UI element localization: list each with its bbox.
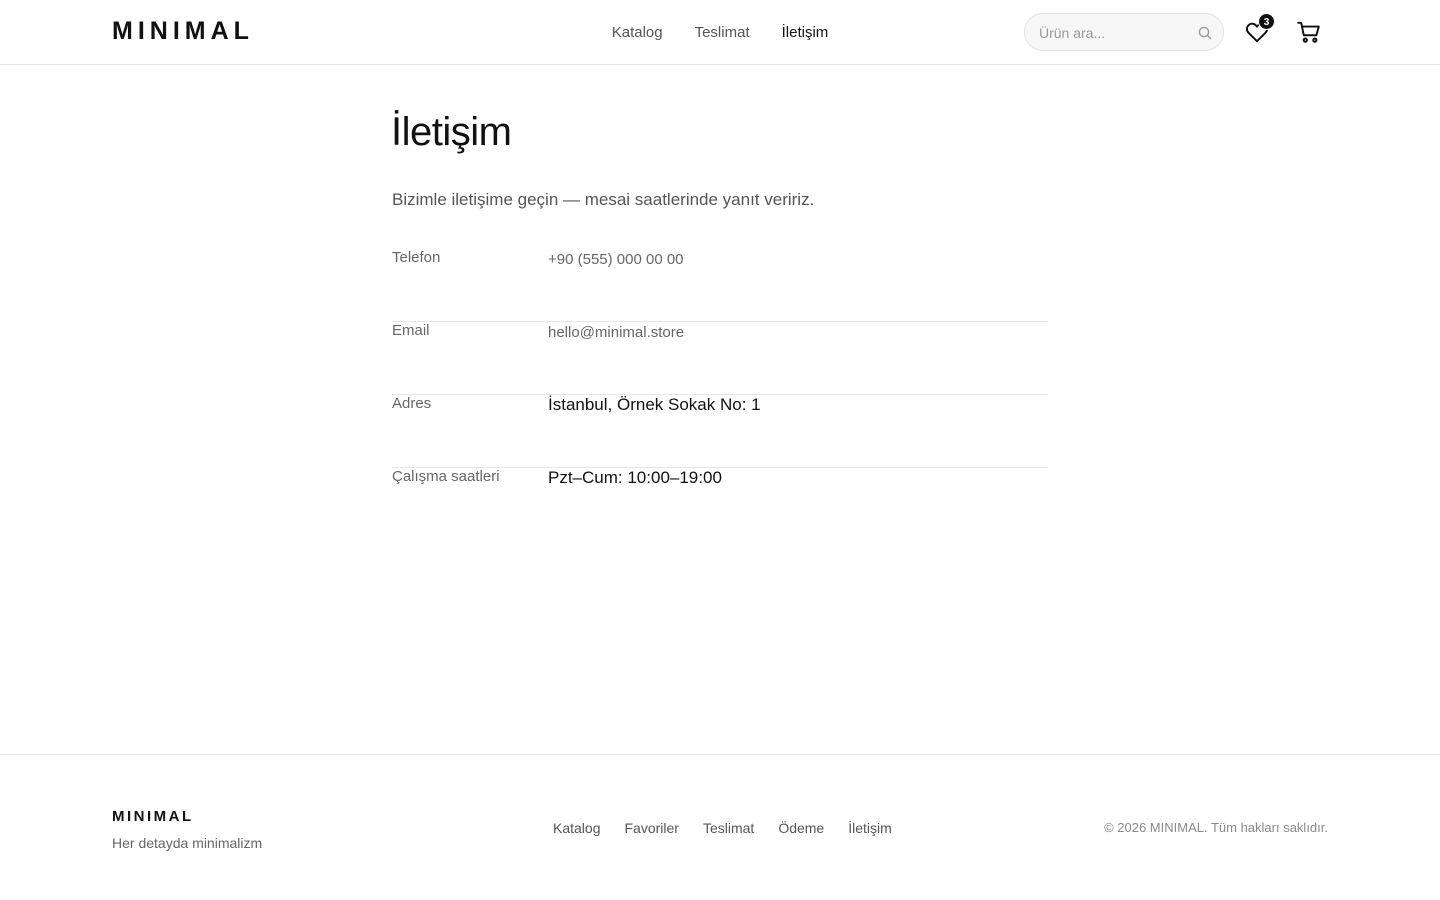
footer-link-favoriler[interactable]: Favoriler bbox=[624, 820, 678, 836]
footer-copyright: © 2026 MINIMAL. Tüm hakları saklıdır. bbox=[1104, 820, 1328, 835]
page-subtitle: Bizimle iletişime geçin — mesai saatleri… bbox=[392, 190, 815, 209]
footer-nav: Katalog Favoriler Teslimat Ödeme İletişi… bbox=[553, 820, 892, 836]
contact-value-hours: Pzt–Cum: 10:00–19:00 bbox=[548, 468, 722, 487]
cart-button[interactable] bbox=[1296, 19, 1322, 45]
site-footer: MINIMAL Her detayda minimalizm Katalog F… bbox=[0, 754, 1440, 900]
search-box bbox=[1024, 13, 1224, 51]
contact-value-phone[interactable]: +90 (555) 000 00 00 bbox=[548, 251, 684, 268]
nav-item-katalog[interactable]: Katalog bbox=[612, 24, 663, 41]
footer-logo[interactable]: MINIMAL bbox=[112, 808, 194, 825]
contact-row-address: Adres İstanbul, Örnek Sokak No: 1 bbox=[392, 395, 1048, 468]
contact-label-email: Email bbox=[392, 322, 430, 339]
site-header: MINIMAL Katalog Teslimat İletişim 3 bbox=[0, 0, 1440, 65]
contact-row-email: Email hello@minimal.store bbox=[392, 322, 1048, 395]
nav-item-iletisim[interactable]: İletişim bbox=[782, 24, 829, 41]
contact-row-hours: Çalışma saatleri Pzt–Cum: 10:00–19:00 bbox=[392, 468, 1048, 541]
brand-logo[interactable]: MINIMAL bbox=[112, 17, 254, 46]
cart-icon bbox=[1297, 21, 1320, 43]
contact-row-phone: Telefon +90 (555) 000 00 00 bbox=[392, 249, 1048, 322]
contact-value-address: İstanbul, Örnek Sokak No: 1 bbox=[548, 395, 761, 414]
footer-link-teslimat[interactable]: Teslimat bbox=[703, 820, 754, 836]
footer-link-katalog[interactable]: Katalog bbox=[553, 820, 600, 836]
footer-link-iletisim[interactable]: İletişim bbox=[848, 820, 892, 836]
nav-item-teslimat[interactable]: Teslimat bbox=[695, 24, 750, 41]
contact-label-phone: Telefon bbox=[392, 249, 441, 266]
footer-tagline: Her detayda minimalizm bbox=[112, 835, 263, 851]
contact-label-address: Adres bbox=[392, 395, 432, 412]
search-input[interactable] bbox=[1039, 23, 1189, 43]
footer-link-odeme[interactable]: Ödeme bbox=[778, 820, 824, 836]
contact-value-email[interactable]: hello@minimal.store bbox=[548, 324, 684, 341]
search-icon[interactable] bbox=[1197, 25, 1213, 41]
favorites-count-badge: 3 bbox=[1258, 13, 1275, 30]
page-title: İletişim bbox=[391, 110, 512, 154]
contact-label-hours: Çalışma saatleri bbox=[392, 468, 500, 485]
